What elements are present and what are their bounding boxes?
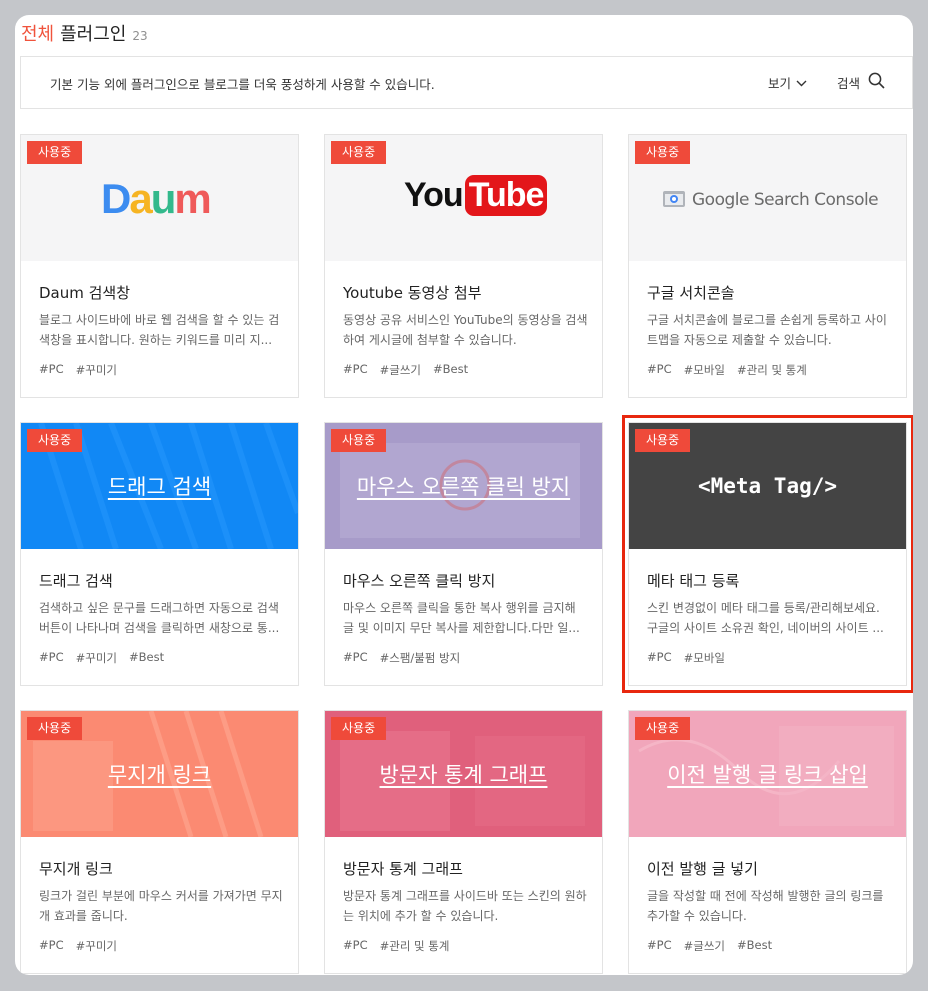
tag: #Best [433, 362, 469, 376]
in-use-badge: 사용중 [331, 717, 387, 740]
plugin-card-rainbow-link[interactable]: 사용중 무지개 링크 무지개 링크 링크가 걸린 부분에 마우스 커서를 가져가… [20, 710, 299, 974]
in-use-badge: 사용중 [27, 141, 83, 164]
card-description: 동영상 공유 서비스인 YouTube의 동영상을 검색하여 게시글에 첨부할 … [343, 313, 588, 347]
plugin-card-right-click-block[interactable]: 사용중 마우스 오른쪽 클릭 방지 마우스 오른쪽 클릭 방지 마우스 오른쪽 … [324, 422, 603, 686]
tag: #모바일 [683, 363, 725, 377]
tag: #Best [737, 938, 773, 952]
plugin-label: 플러그인 [60, 24, 127, 45]
card-thumbnail: 사용중 You Tube [325, 135, 602, 261]
in-use-badge: 사용중 [635, 717, 691, 740]
tag: #PC [647, 650, 672, 664]
card-tags: #PC #꾸미기 #Best [39, 650, 164, 666]
card-tags: #PC #모바일 #관리 및 통계 [647, 362, 807, 378]
search-label: 검색 [837, 75, 861, 91]
tag: #PC [39, 938, 64, 952]
in-use-badge: 사용중 [331, 141, 387, 164]
card-description: 글을 작성할 때 전에 작성해 발행한 글의 링크를 추가할 수 있습니다. [647, 889, 884, 923]
card-tags: #PC #모바일 [647, 650, 725, 666]
tag: #PC [343, 362, 368, 376]
card-thumbnail: 사용중 마우스 오른쪽 클릭 방지 [325, 423, 602, 549]
tag: #모바일 [683, 651, 725, 665]
tag: #PC [647, 938, 672, 952]
google-search-console-logo: Google Search Console [692, 190, 879, 210]
card-description: 마우스 오른쪽 클릭을 통한 복사 행위를 금지해 글 및 이미지 무단 복사를… [343, 601, 580, 635]
tag: #PC [647, 362, 672, 376]
card-thumbnail: 사용중 Daum [21, 135, 298, 261]
card-title: 메타 태그 등록 [647, 572, 740, 590]
plugin-card-drag-search[interactable]: 사용중 드래그 검색 드래그 검색 검색하고 싶은 문구를 드래그하면 자동으로… [20, 422, 299, 686]
youtube-logo: You Tube [404, 175, 548, 216]
plugin-page: 전체 플러그인 23 기본 기능 외에 플러그인으로 블로그를 더욱 풍성하게 … [15, 15, 913, 975]
daum-logo: Daum [101, 175, 212, 222]
tag: #PC [343, 650, 368, 664]
page-heading: 전체 플러그인 23 [21, 20, 148, 46]
card-tags: #PC #스팸/불펌 방지 [343, 650, 460, 666]
plugin-count: 23 [132, 29, 148, 43]
card-thumbnail: 사용중 Google Search Console [629, 135, 906, 261]
plugin-card-meta-tag[interactable]: 사용중 <Meta Tag/> 메타 태그 등록 스킨 변경없이 메타 태그를 … [628, 422, 907, 686]
card-description: 검색하고 싶은 문구를 드래그하면 자동으로 검색 버튼이 나타나며 검색을 클… [39, 601, 280, 635]
search-icon [868, 72, 885, 92]
tag: #관리 및 통계 [737, 363, 807, 377]
card-title: 이전 발행 글 넣기 [647, 860, 758, 878]
plugin-toolbar: 기본 기능 외에 플러그인으로 블로그를 더욱 풍성하게 사용할 수 있습니다.… [20, 56, 913, 109]
card-title: 마우스 오른쪽 클릭 방지 [343, 572, 496, 590]
search-button[interactable]: 검색 [837, 72, 885, 92]
tag: #PC [39, 362, 64, 376]
plugin-card-daum-search[interactable]: 사용중 Daum Daum 검색창 블로그 사이드바에 바로 웹 검색을 할 수… [20, 134, 299, 398]
tag: #꾸미기 [75, 363, 117, 377]
in-use-badge: 사용중 [27, 429, 83, 452]
card-title: 무지개 링크 [39, 860, 113, 878]
plugin-card-visitor-stats[interactable]: 사용중 방문자 통계 그래프 방문자 통계 그래프 방문자 통계 그래프를 사이… [324, 710, 603, 974]
plugin-card-prev-post-link[interactable]: 사용중 이전 발행 글 링크 삽입 이전 발행 글 넣기 글을 작성할 때 전에… [628, 710, 907, 974]
card-title: 구글 서치콘솔 [647, 284, 735, 302]
in-use-badge: 사용중 [635, 429, 691, 452]
in-use-badge: 사용중 [331, 429, 387, 452]
chevron-down-icon [796, 75, 807, 90]
card-thumbnail: 사용중 <Meta Tag/> [629, 423, 906, 549]
card-thumbnail: 사용중 드래그 검색 [21, 423, 298, 549]
card-title: Daum 검색창 [39, 284, 131, 302]
tag: #글쓰기 [683, 939, 725, 953]
in-use-badge: 사용중 [27, 717, 83, 740]
tag: #꾸미기 [75, 651, 117, 665]
card-tags: #PC #글쓰기 #Best [343, 362, 468, 378]
card-description: 블로그 사이드바에 바로 웹 검색을 할 수 있는 검색창을 표시합니다. 원하… [39, 313, 280, 347]
tag: #관리 및 통계 [379, 939, 450, 953]
card-description: 링크가 걸린 부분에 마우스 커서를 가져가면 무지개 효과를 줍니다. [39, 889, 283, 923]
in-use-badge: 사용중 [635, 141, 691, 164]
tag: #Best [129, 650, 165, 664]
card-title: Youtube 동영상 첨부 [343, 284, 482, 302]
card-thumbnail: 사용중 방문자 통계 그래프 [325, 711, 602, 837]
tag: #스팸/불펌 방지 [379, 651, 461, 665]
card-title: 드래그 검색 [39, 572, 113, 590]
card-tags: #PC #관리 및 통계 [343, 938, 449, 954]
card-tags: #PC #꾸미기 [39, 362, 117, 378]
card-description: 구글 서치콘솔에 블로그를 손쉽게 등록하고 사이트맵을 자동으로 제출할 수 … [647, 313, 887, 347]
tag: #PC [343, 938, 368, 952]
plugin-card-google-search-console[interactable]: 사용중 Google Search Console 구글 서치콘솔 구글 서치콘… [628, 134, 907, 398]
card-description: 스킨 변경없이 메타 태그를 등록/관리해보세요. 구글의 사이트 소유권 확인… [647, 601, 884, 635]
toolbar-description: 기본 기능 외에 플러그인으로 블로그를 더욱 풍성하게 사용할 수 있습니다. [50, 77, 435, 92]
tag: #글쓰기 [379, 363, 421, 377]
tag: #PC [39, 650, 64, 664]
card-thumbnail: 사용중 무지개 링크 [21, 711, 298, 837]
card-thumbnail: 사용중 이전 발행 글 링크 삽입 [629, 711, 906, 837]
view-dropdown[interactable]: 보기 [768, 73, 807, 92]
card-description: 방문자 통계 그래프를 사이드바 또는 스킨의 원하는 위치에 추가 할 수 있… [343, 889, 587, 923]
plugin-card-youtube[interactable]: 사용중 You Tube Youtube 동영상 첨부 동영상 공유 서비스인 … [324, 134, 603, 398]
card-tags: #PC #꾸미기 [39, 938, 117, 954]
filter-all-label[interactable]: 전체 [21, 20, 54, 46]
console-icon [662, 188, 686, 214]
card-tags: #PC #글쓰기 #Best [647, 938, 772, 954]
view-label: 보기 [768, 76, 792, 91]
card-title: 방문자 통계 그래프 [343, 860, 463, 878]
tag: #꾸미기 [75, 939, 117, 953]
